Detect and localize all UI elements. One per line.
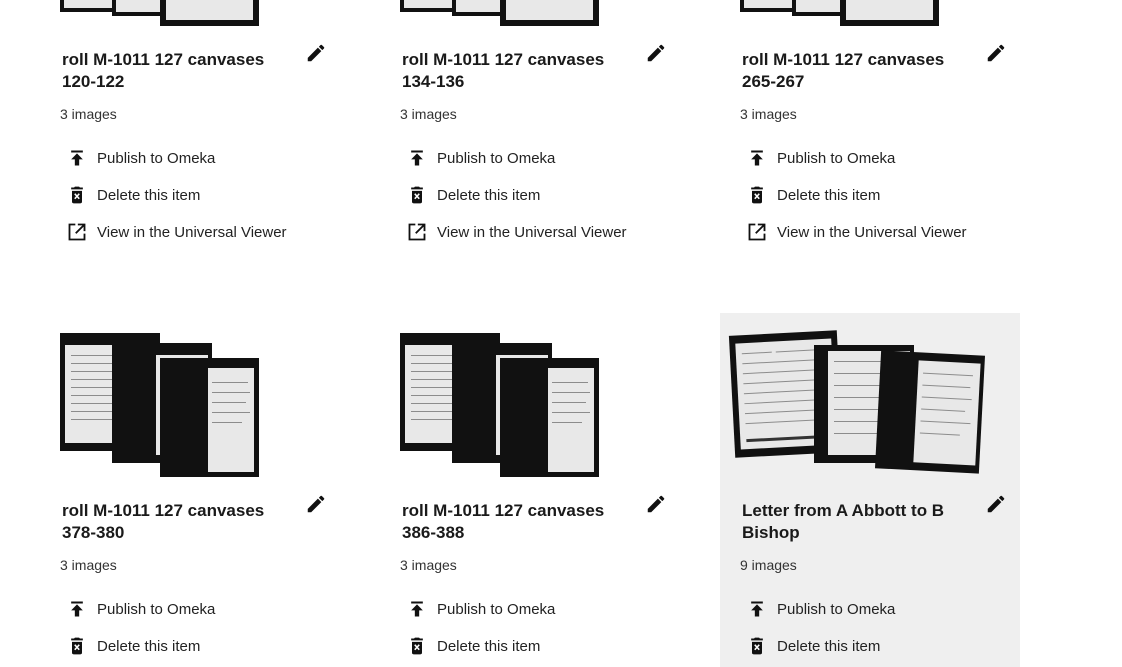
- publish-icon: [66, 147, 88, 169]
- image-count: 3 images: [400, 106, 457, 122]
- item-card: roll M-1011 127 canvases 386-388 3 image…: [400, 313, 700, 667]
- publish-button[interactable]: Publish to Omeka: [746, 598, 895, 620]
- publish-label: Publish to Omeka: [97, 600, 216, 618]
- publish-button[interactable]: Publish to Omeka: [406, 598, 555, 620]
- item-thumbnail[interactable]: [400, 333, 600, 478]
- edit-pencil-icon[interactable]: [985, 493, 1007, 515]
- view-universal-viewer-link[interactable]: View in the Universal Viewer: [66, 221, 287, 243]
- publish-label: Publish to Omeka: [777, 600, 896, 618]
- delete-button[interactable]: Delete this item: [746, 635, 880, 657]
- item-card: roll M-1011 127 canvases 134-136 3 image…: [400, 0, 700, 260]
- item-card: roll M-1011 127 canvases 120-122 3 image…: [60, 0, 360, 260]
- delete-label: Delete this item: [777, 186, 881, 204]
- delete-label: Delete this item: [97, 637, 201, 655]
- view-universal-viewer-link[interactable]: View in the Universal Viewer: [406, 221, 627, 243]
- publish-button[interactable]: Publish to Omeka: [66, 598, 215, 620]
- trash-icon: [746, 635, 768, 657]
- publish-button[interactable]: Publish to Omeka: [406, 147, 555, 169]
- publish-button[interactable]: Publish to Omeka: [66, 147, 215, 169]
- item-thumbnail[interactable]: [400, 0, 600, 26]
- item-thumbnail[interactable]: [60, 333, 260, 478]
- item-thumbnail[interactable]: [60, 0, 260, 26]
- delete-button[interactable]: Delete this item: [66, 184, 200, 206]
- image-count: 3 images: [740, 106, 797, 122]
- delete-label: Delete this item: [437, 186, 541, 204]
- edit-pencil-icon[interactable]: [985, 42, 1007, 64]
- trash-icon: [406, 635, 428, 657]
- trash-icon: [66, 635, 88, 657]
- publish-label: Publish to Omeka: [97, 149, 216, 167]
- image-count: 3 images: [60, 557, 117, 573]
- edit-pencil-icon[interactable]: [645, 493, 667, 515]
- delete-button[interactable]: Delete this item: [406, 635, 540, 657]
- publish-label: Publish to Omeka: [777, 149, 896, 167]
- delete-button[interactable]: Delete this item: [746, 184, 880, 206]
- publish-icon: [406, 147, 428, 169]
- view-universal-viewer-link[interactable]: View in the Universal Viewer: [746, 221, 967, 243]
- edit-pencil-icon[interactable]: [645, 42, 667, 64]
- publish-icon: [746, 147, 768, 169]
- item-thumbnail[interactable]: [740, 0, 940, 26]
- viewer-label: View in the Universal Viewer: [437, 223, 627, 241]
- viewer-label: View in the Universal Viewer: [97, 223, 287, 241]
- edit-pencil-icon[interactable]: [305, 42, 327, 64]
- image-count: 9 images: [740, 557, 797, 573]
- external-link-icon: [66, 221, 88, 243]
- edit-pencil-icon[interactable]: [305, 493, 327, 515]
- publish-icon: [746, 598, 768, 620]
- item-title[interactable]: roll M-1011 127 canvases 386-388: [402, 500, 622, 544]
- delete-label: Delete this item: [437, 637, 541, 655]
- publish-icon: [66, 598, 88, 620]
- item-title[interactable]: Letter from A Abbott to B Bishop: [742, 500, 962, 544]
- publish-icon: [406, 598, 428, 620]
- delete-button[interactable]: Delete this item: [406, 184, 540, 206]
- item-thumbnail[interactable]: [728, 327, 987, 487]
- trash-icon: [746, 184, 768, 206]
- image-count: 3 images: [60, 106, 117, 122]
- item-title[interactable]: roll M-1011 127 canvases 120-122: [62, 49, 282, 93]
- trash-icon: [406, 184, 428, 206]
- viewer-label: View in the Universal Viewer: [777, 223, 967, 241]
- trash-icon: [66, 184, 88, 206]
- delete-label: Delete this item: [97, 186, 201, 204]
- publish-button[interactable]: Publish to Omeka: [746, 147, 895, 169]
- image-count: 3 images: [400, 557, 457, 573]
- external-link-icon: [406, 221, 428, 243]
- item-card: roll M-1011 127 canvases 378-380 3 image…: [60, 313, 360, 667]
- publish-label: Publish to Omeka: [437, 600, 556, 618]
- external-link-icon: [746, 221, 768, 243]
- item-title[interactable]: roll M-1011 127 canvases 265-267: [742, 49, 962, 93]
- item-card: roll M-1011 127 canvases 265-267 3 image…: [740, 0, 1040, 260]
- delete-button[interactable]: Delete this item: [66, 635, 200, 657]
- item-title[interactable]: roll M-1011 127 canvases 134-136: [402, 49, 622, 93]
- item-card-highlighted: Letter from A Abbott to B Bishop 9 image…: [720, 313, 1020, 667]
- delete-label: Delete this item: [777, 637, 881, 655]
- item-title[interactable]: roll M-1011 127 canvases 378-380: [62, 500, 282, 544]
- publish-label: Publish to Omeka: [437, 149, 556, 167]
